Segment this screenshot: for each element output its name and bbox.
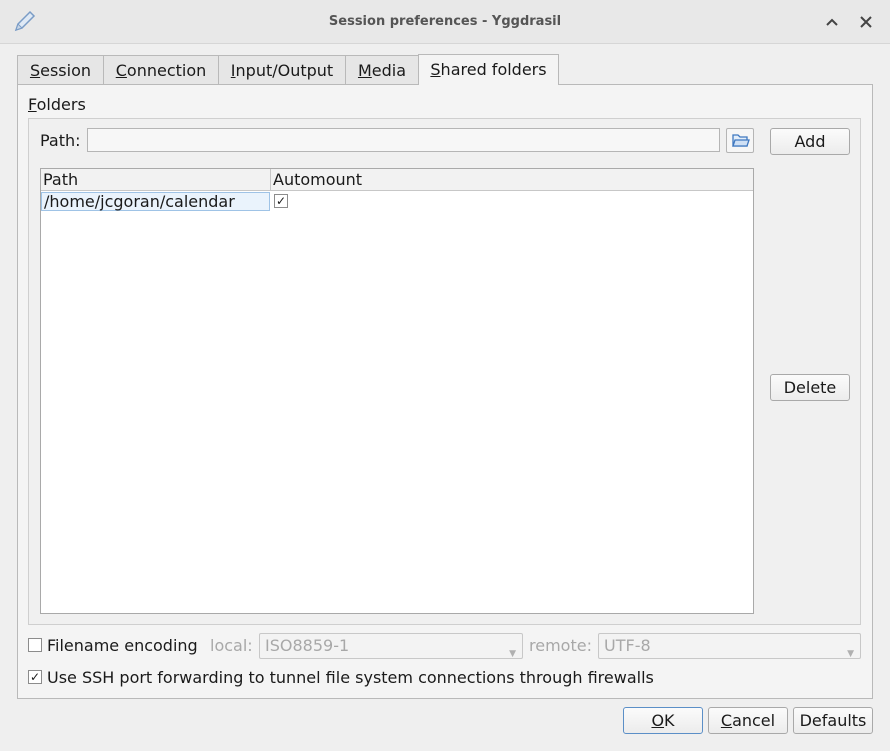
folder-open-icon (732, 134, 750, 147)
ssh-forwarding-checkbox[interactable]: ✓ (28, 670, 42, 684)
local-encoding-label: local: (210, 636, 253, 655)
remote-encoding-value: UTF-8 (604, 636, 651, 655)
defaults-button[interactable]: Defaults (793, 707, 873, 734)
tab-shared-folders[interactable]: Shared folders (418, 54, 559, 85)
chevron-down-icon: ▼ (847, 649, 854, 659)
path-input[interactable] (87, 128, 720, 152)
automount-checkbox[interactable]: ✓ (274, 194, 288, 208)
local-encoding-select[interactable]: ISO8859-1 ▼ (259, 633, 523, 659)
tab-input-output[interactable]: Input/Output (218, 55, 346, 84)
local-encoding-value: ISO8859-1 (265, 636, 350, 655)
chevron-down-icon: ▼ (509, 649, 516, 659)
browse-folder-button[interactable] (726, 128, 754, 153)
filename-encoding-checkbox[interactable] (28, 638, 42, 652)
tab-media[interactable]: Media (345, 55, 419, 84)
cancel-button[interactable]: Cancel (708, 707, 788, 734)
chevron-up-icon[interactable] (822, 12, 842, 32)
tab-session[interactable]: Session (17, 55, 104, 84)
close-icon[interactable] (856, 12, 876, 32)
shared-folders-table[interactable] (40, 168, 754, 614)
ssh-forwarding-label: Use SSH port forwarding to tunnel file s… (47, 668, 654, 687)
table-row-path-cell[interactable]: /home/jcgoran/calendar (41, 192, 270, 211)
window-title: Session preferences - Yggdrasil (328, 14, 562, 29)
remote-encoding-select[interactable]: UTF-8 ▼ (598, 633, 861, 659)
folders-group-label: Folders (28, 95, 86, 114)
ok-button[interactable]: OK (623, 707, 703, 734)
column-header-automount[interactable]: Automount (271, 169, 753, 191)
path-label: Path: (40, 131, 81, 150)
add-button[interactable]: Add (770, 128, 850, 155)
delete-button[interactable]: Delete (770, 374, 850, 401)
tab-connection[interactable]: Connection (103, 55, 219, 84)
remote-encoding-label: remote: (529, 636, 592, 655)
filename-encoding-label: Filename encoding (47, 636, 198, 655)
column-header-path[interactable]: Path (41, 169, 271, 191)
